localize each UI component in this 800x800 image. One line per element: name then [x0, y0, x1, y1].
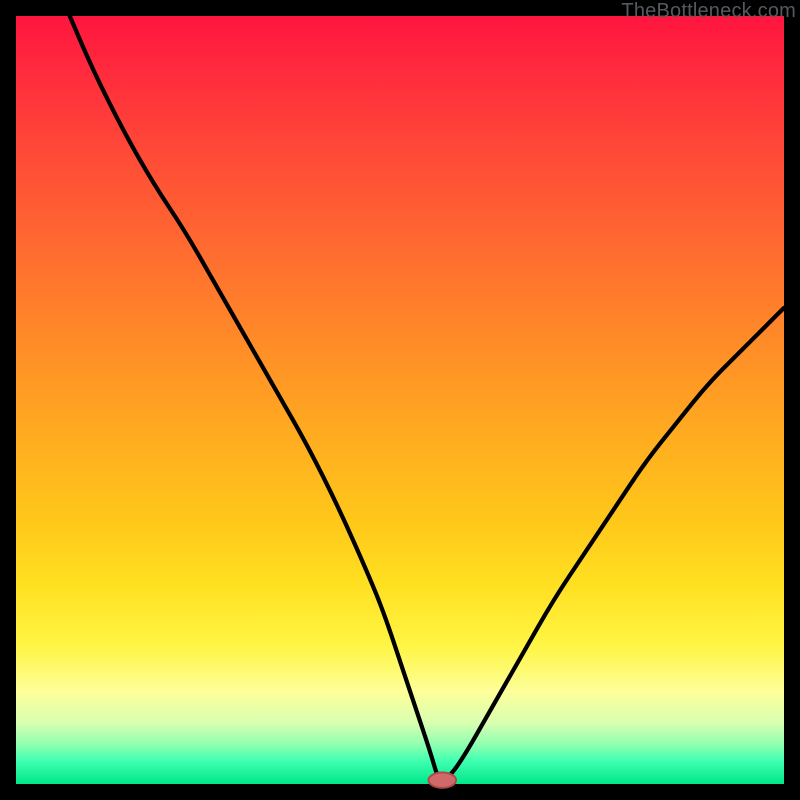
- bottleneck-curve-svg: [16, 16, 784, 784]
- chart-plot-area: [16, 16, 784, 784]
- optimum-marker: [428, 772, 456, 787]
- bottleneck-curve-path: [70, 16, 784, 780]
- chart-frame: TheBottleneck.com: [0, 0, 800, 800]
